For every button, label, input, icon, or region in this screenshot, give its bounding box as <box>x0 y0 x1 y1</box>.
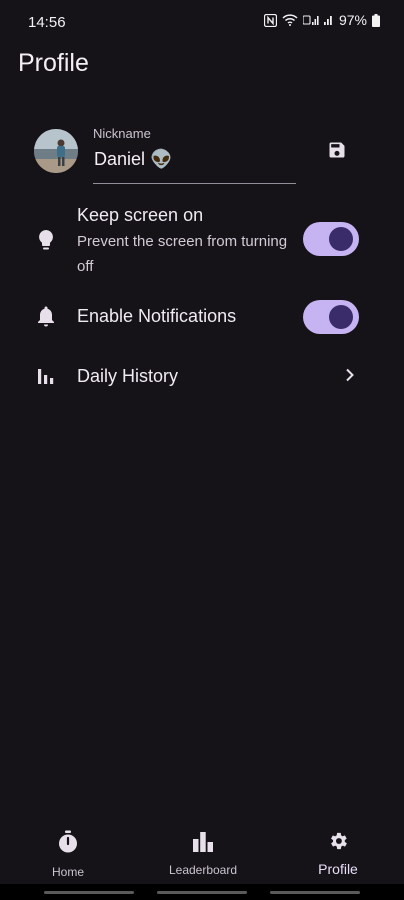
nickname-underline <box>93 183 296 184</box>
notifications-toggle[interactable] <box>303 300 359 334</box>
lightbulb-icon <box>34 228 58 252</box>
save-icon <box>327 140 347 165</box>
bar-chart-icon <box>34 364 58 388</box>
nfc-icon <box>263 13 277 27</box>
gesture-pill <box>44 891 134 894</box>
bottom-nav: Home Leaderboard Profile <box>0 818 404 884</box>
wifi-icon <box>282 14 298 26</box>
nickname-field[interactable]: Daniel 👽 <box>94 149 172 170</box>
signal-icon <box>323 14 334 26</box>
daily-history-item[interactable]: Daily History <box>77 366 357 390</box>
gesture-pill <box>157 891 247 894</box>
status-icons: 97% <box>263 12 380 28</box>
battery-percent: 97% <box>338 12 367 28</box>
battery-icon <box>372 13 380 27</box>
keep-screen-title: Keep screen on <box>77 205 204 225</box>
nav-leaderboard[interactable]: Leaderboard <box>164 830 242 877</box>
stopwatch-icon <box>57 830 79 859</box>
toggle-thumb <box>329 305 353 329</box>
status-time: 14:56 <box>28 14 66 31</box>
page-title: Profile <box>18 49 89 77</box>
nav-profile-label: Profile <box>318 861 358 877</box>
notifications-title: Enable Notifications <box>77 306 237 326</box>
nav-home[interactable]: Home <box>50 830 86 879</box>
chevron-right-icon[interactable] <box>340 365 360 385</box>
system-gesture-bar <box>0 884 404 900</box>
toggle-thumb <box>329 227 353 251</box>
leaderboard-icon <box>192 830 214 857</box>
avatar[interactable] <box>34 129 78 173</box>
nav-home-label: Home <box>51 865 84 879</box>
status-bar: 14:56 97% <box>0 0 404 44</box>
gesture-pill <box>270 891 360 894</box>
nav-profile[interactable]: Profile <box>312 830 364 877</box>
nickname-label: Nickname <box>93 126 151 141</box>
keep-screen-subtitle: Prevent the screen from turning off <box>77 233 288 275</box>
save-button[interactable] <box>320 135 354 169</box>
bell-icon <box>34 304 58 328</box>
keep-screen-toggle[interactable] <box>303 222 359 256</box>
volte-signal-icon <box>302 14 319 26</box>
nav-leaderboard-label: Leaderboard <box>168 863 238 877</box>
gear-icon <box>327 830 349 857</box>
daily-history-label: Daily History <box>77 366 179 386</box>
